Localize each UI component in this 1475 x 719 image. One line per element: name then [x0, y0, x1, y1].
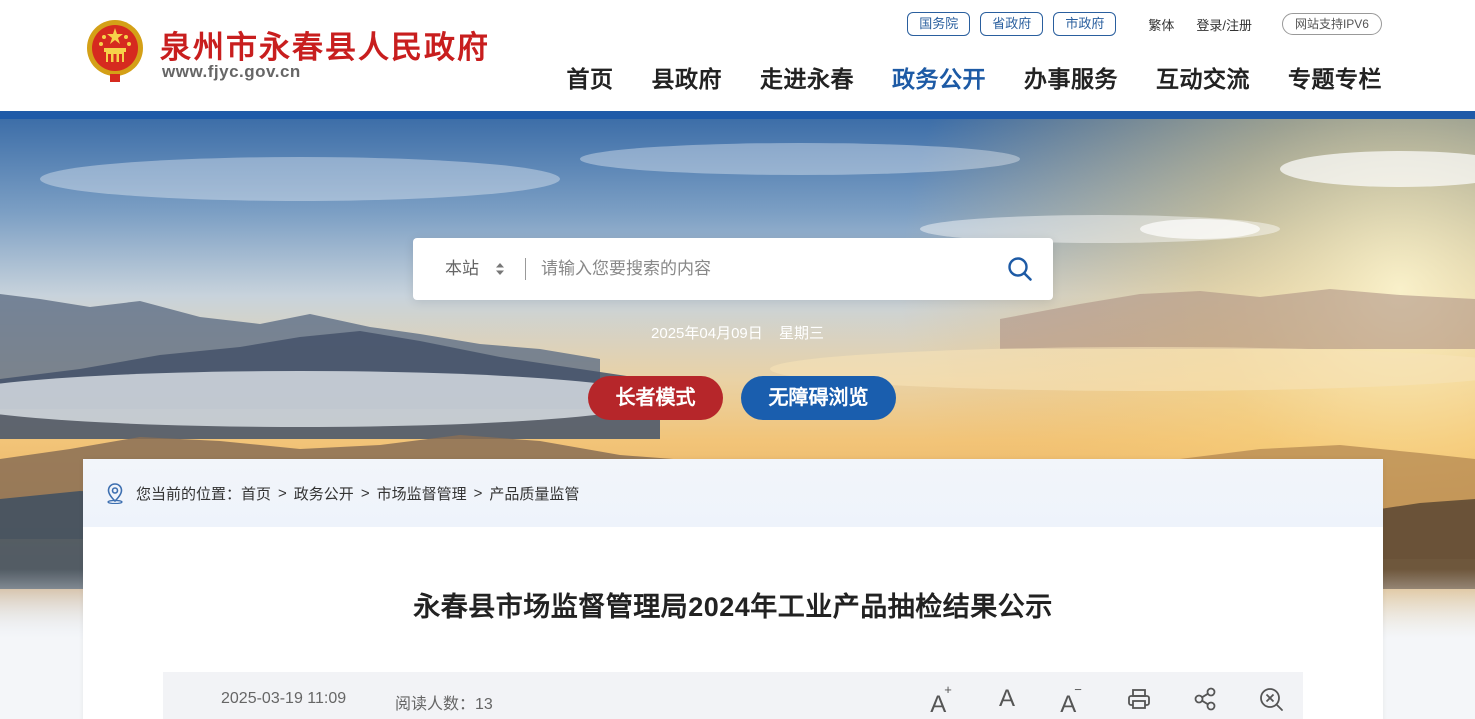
nav-interaction[interactable]: 互动交流 [1156, 60, 1250, 94]
font-increase-plus: + [944, 682, 952, 697]
breadcrumb-gov-affairs[interactable]: 政务公开 [294, 483, 354, 504]
sort-arrows-icon[interactable] [495, 262, 505, 276]
font-decrease-icon[interactable]: A− [1058, 682, 1086, 718]
current-date: 2025年04月09日 星期三 [0, 322, 1475, 343]
nav-home[interactable]: 首页 [567, 60, 614, 94]
read-count: 阅读人数：13 [395, 696, 493, 713]
main-nav: 首页 县政府 走进永春 政务公开 办事服务 互动交流 专题专栏 [529, 60, 1383, 94]
font-increase-icon[interactable]: A+ [928, 682, 956, 718]
breadcrumb-product-quality[interactable]: 产品质量监管 [489, 483, 579, 504]
search-scope-select[interactable]: 本站 [445, 238, 479, 300]
font-normal-letter: A [998, 685, 1015, 712]
login-register-link[interactable]: 登录/注册 [1196, 15, 1252, 34]
nav-services[interactable]: 办事服务 [1024, 60, 1118, 94]
elder-mode-button[interactable]: 长者模式 [588, 376, 723, 420]
search-input[interactable] [541, 252, 981, 286]
breadcrumb-separator: > [473, 484, 483, 502]
link-city-gov[interactable]: 市政府 [1053, 12, 1117, 36]
share-icon[interactable] [1191, 684, 1219, 714]
breadcrumb: 您当前的位置： 首页 > 政务公开 > 市场监督管理 > 产品质量监管 [83, 459, 1383, 527]
link-provincial-gov[interactable]: 省政府 [980, 12, 1044, 36]
article-meta-bar: 2025-03-19 11:09 阅读人数：13 A+ A A− [163, 672, 1303, 719]
article-card: 您当前的位置： 首页 > 政务公开 > 市场监督管理 > 产品质量监管 永春县市… [83, 459, 1383, 719]
location-pin-icon [107, 483, 123, 504]
search-icon[interactable] [1007, 256, 1033, 282]
site-title[interactable]: 泉州市永春县人民政府 [160, 22, 490, 67]
ipv6-badge: 网站支持IPV6 [1281, 13, 1382, 35]
print-icon[interactable] [1125, 684, 1153, 714]
header-accent-bar [0, 111, 1475, 119]
breadcrumb-home[interactable]: 首页 [241, 483, 271, 504]
font-normal-icon[interactable]: A [993, 684, 1021, 714]
site-header: 泉州市永春县人民政府 www.fjyc.gov.cn 国务院 省政府 市政府 繁… [0, 0, 1475, 111]
traditional-chinese-link[interactable]: 繁体 [1148, 15, 1174, 34]
breadcrumb-prefix: 您当前的位置： [136, 485, 242, 503]
date-text: 2025年04月09日 [651, 325, 763, 342]
publish-date: 2025-03-19 11:09 [221, 690, 347, 707]
search-box: 本站 [413, 238, 1053, 300]
nav-gov-affairs[interactable]: 政务公开 [892, 60, 986, 94]
breadcrumb-separator: > [360, 484, 370, 502]
top-links: 国务院 省政府 市政府 繁体 登录/注册 网站支持IPV6 [907, 12, 1382, 36]
site-url[interactable]: www.fjyc.gov.cn [162, 62, 301, 82]
font-decrease-minus: − [1074, 682, 1082, 697]
nav-topics[interactable]: 专题专栏 [1288, 60, 1382, 94]
breadcrumb-market-supervision[interactable]: 市场监督管理 [377, 483, 467, 504]
weekday-text: 星期三 [778, 325, 824, 342]
national-emblem-icon[interactable] [84, 18, 146, 84]
nav-about-yongchun[interactable]: 走进永春 [760, 60, 854, 94]
nav-county-gov[interactable]: 县政府 [652, 60, 723, 94]
search-divider [525, 258, 526, 280]
breadcrumb-separator: > [278, 484, 287, 502]
accessible-browse-button[interactable]: 无障碍浏览 [741, 376, 896, 420]
article-title: 永春县市场监督管理局2024年工业产品抽检结果公示 [413, 592, 1053, 622]
close-page-icon[interactable] [1257, 684, 1285, 714]
link-state-council[interactable]: 国务院 [907, 12, 971, 36]
